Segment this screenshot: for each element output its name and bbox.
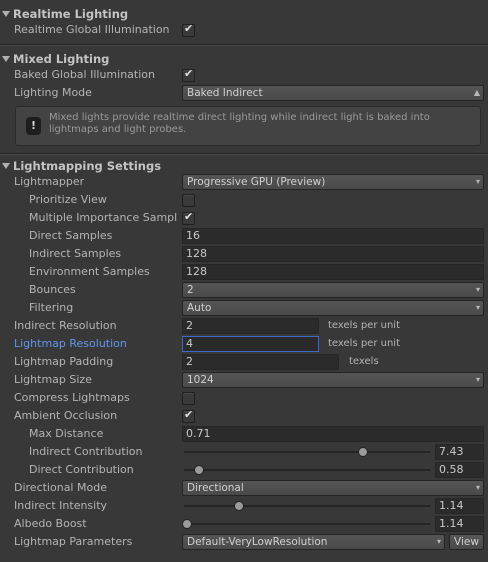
compress-lightmaps-label: Compress Lightmaps (14, 391, 130, 404)
direct-contribution-slider-track[interactable] (184, 469, 430, 471)
lighting-mode-dropdown[interactable]: Baked Indirect ▲ (182, 85, 484, 101)
lightmap-size-dropdown[interactable]: 1024 ▾ (182, 372, 484, 388)
lightmap-parameters-value: Default-VeryLowResolution (187, 536, 328, 548)
albedo-boost-slider-track[interactable] (184, 523, 430, 525)
section-title: Mixed Lighting (13, 52, 110, 66)
lightmap-parameters-dropdown[interactable]: Default-VeryLowResolution ▾ (182, 534, 445, 550)
directional-mode-dropdown[interactable]: Directional ▾ (182, 480, 484, 496)
info-help-box: ! Mixed lights provide realtime direct l… (15, 106, 481, 146)
foldout-triangle-icon[interactable] (2, 56, 10, 62)
baked-gi-label: Baked Global Illumination (14, 68, 155, 81)
indirect-samples-field[interactable]: 128 (182, 246, 484, 262)
prioritize-view-checkbox[interactable] (182, 194, 195, 207)
indirect-contribution-field[interactable]: 7.43 (435, 444, 484, 460)
realtime-gi-checkbox[interactable] (182, 22, 195, 37)
lighting-mode-value: Baked Indirect (187, 87, 263, 99)
max-distance-field[interactable]: 0.71 (182, 426, 484, 442)
view-button[interactable]: View (449, 534, 484, 550)
indirect-intensity-label: Indirect Intensity (14, 499, 108, 512)
info-text: Mixed lights provide realtime direct lig… (49, 112, 430, 135)
lightmap-resolution-field[interactable]: 4 (182, 336, 319, 352)
lightmap-size-value: 1024 (187, 374, 214, 386)
bounces-value: 2 (187, 284, 194, 296)
directional-mode-label: Directional Mode (14, 481, 107, 494)
indirect-contribution-slider-track[interactable] (184, 451, 430, 453)
section-title: Realtime Lighting (13, 7, 129, 21)
direct-samples-field[interactable]: 16 (182, 228, 484, 244)
lightmap-parameters-label: Lightmap Parameters (14, 535, 133, 548)
lightmap-size-label: Lightmap Size (14, 373, 92, 386)
ambient-occlusion-checkbox[interactable] (182, 408, 195, 423)
environment-samples-label: Environment Samples (29, 265, 150, 278)
max-distance-label: Max Distance (29, 427, 104, 440)
dropdown-arrows-icon: ▾ (475, 177, 480, 186)
foldout-triangle-icon[interactable] (2, 163, 10, 169)
bounces-label: Bounces (29, 283, 76, 296)
foldout-triangle-icon[interactable] (2, 11, 10, 17)
lightmapper-label: Lightmapper (14, 175, 85, 188)
multiple-importance-checkbox[interactable] (182, 210, 195, 225)
indirect-resolution-unit: texels per unit (328, 320, 400, 331)
indirect-intensity-field[interactable]: 1.14 (435, 498, 484, 514)
directional-mode-value: Directional (187, 482, 244, 494)
filtering-value: Auto (187, 302, 212, 314)
multiple-importance-label: Multiple Importance Sampl (29, 211, 178, 224)
direct-contribution-label: Direct Contribution (29, 463, 134, 476)
info-icon: ! (26, 117, 41, 135)
filtering-dropdown[interactable]: Auto ▾ (182, 300, 484, 316)
albedo-boost-field[interactable]: 1.14 (435, 516, 484, 532)
filtering-label: Filtering (29, 301, 74, 314)
baked-gi-checkbox[interactable] (182, 67, 195, 82)
dropdown-arrows-icon: ▾ (475, 375, 480, 384)
indirect-contribution-slider-thumb[interactable] (358, 447, 368, 457)
dropdown-arrows-icon: ▾ (436, 537, 441, 546)
dropdown-arrows-icon: ▲ (473, 88, 480, 97)
environment-samples-field[interactable]: 128 (182, 264, 484, 280)
lighting-mode-label: Lighting Mode (14, 86, 92, 99)
albedo-boost-label: Albedo Boost (14, 517, 87, 530)
indirect-intensity-slider-track[interactable] (184, 505, 430, 507)
prioritize-view-label: Prioritize View (29, 193, 107, 206)
lightmapper-dropdown[interactable]: Progressive GPU (Preview) ▾ (182, 174, 484, 190)
compress-lightmaps-checkbox[interactable] (182, 392, 195, 405)
indirect-contribution-label: Indirect Contribution (29, 445, 143, 458)
indirect-samples-label: Indirect Samples (29, 247, 122, 260)
dropdown-arrows-icon: ▾ (475, 483, 480, 492)
albedo-boost-slider-thumb[interactable] (182, 519, 192, 529)
indirect-resolution-label: Indirect Resolution (14, 319, 117, 332)
lightmap-resolution-unit: texels per unit (328, 338, 400, 349)
lightmap-padding-field[interactable]: 2 (182, 354, 339, 370)
lightmapper-value: Progressive GPU (Preview) (187, 176, 326, 188)
dropdown-arrows-icon: ▾ (475, 303, 480, 312)
direct-samples-label: Direct Samples (29, 229, 113, 242)
lightmap-padding-unit: texels (349, 356, 379, 367)
section-title: Lightmapping Settings (13, 159, 162, 173)
indirect-resolution-field[interactable]: 2 (182, 318, 319, 334)
lightmap-padding-label: Lightmap Padding (14, 355, 114, 368)
direct-contribution-field[interactable]: 0.58 (435, 462, 484, 478)
realtime-gi-label: Realtime Global Illumination (14, 23, 170, 36)
indirect-intensity-slider-thumb[interactable] (234, 501, 244, 511)
ambient-occlusion-label: Ambient Occlusion (14, 409, 118, 422)
direct-contribution-slider-thumb[interactable] (194, 465, 204, 475)
bounces-dropdown[interactable]: 2 ▾ (182, 282, 484, 298)
dropdown-arrows-icon: ▾ (475, 285, 480, 294)
lightmap-resolution-label: Lightmap Resolution (14, 337, 127, 350)
